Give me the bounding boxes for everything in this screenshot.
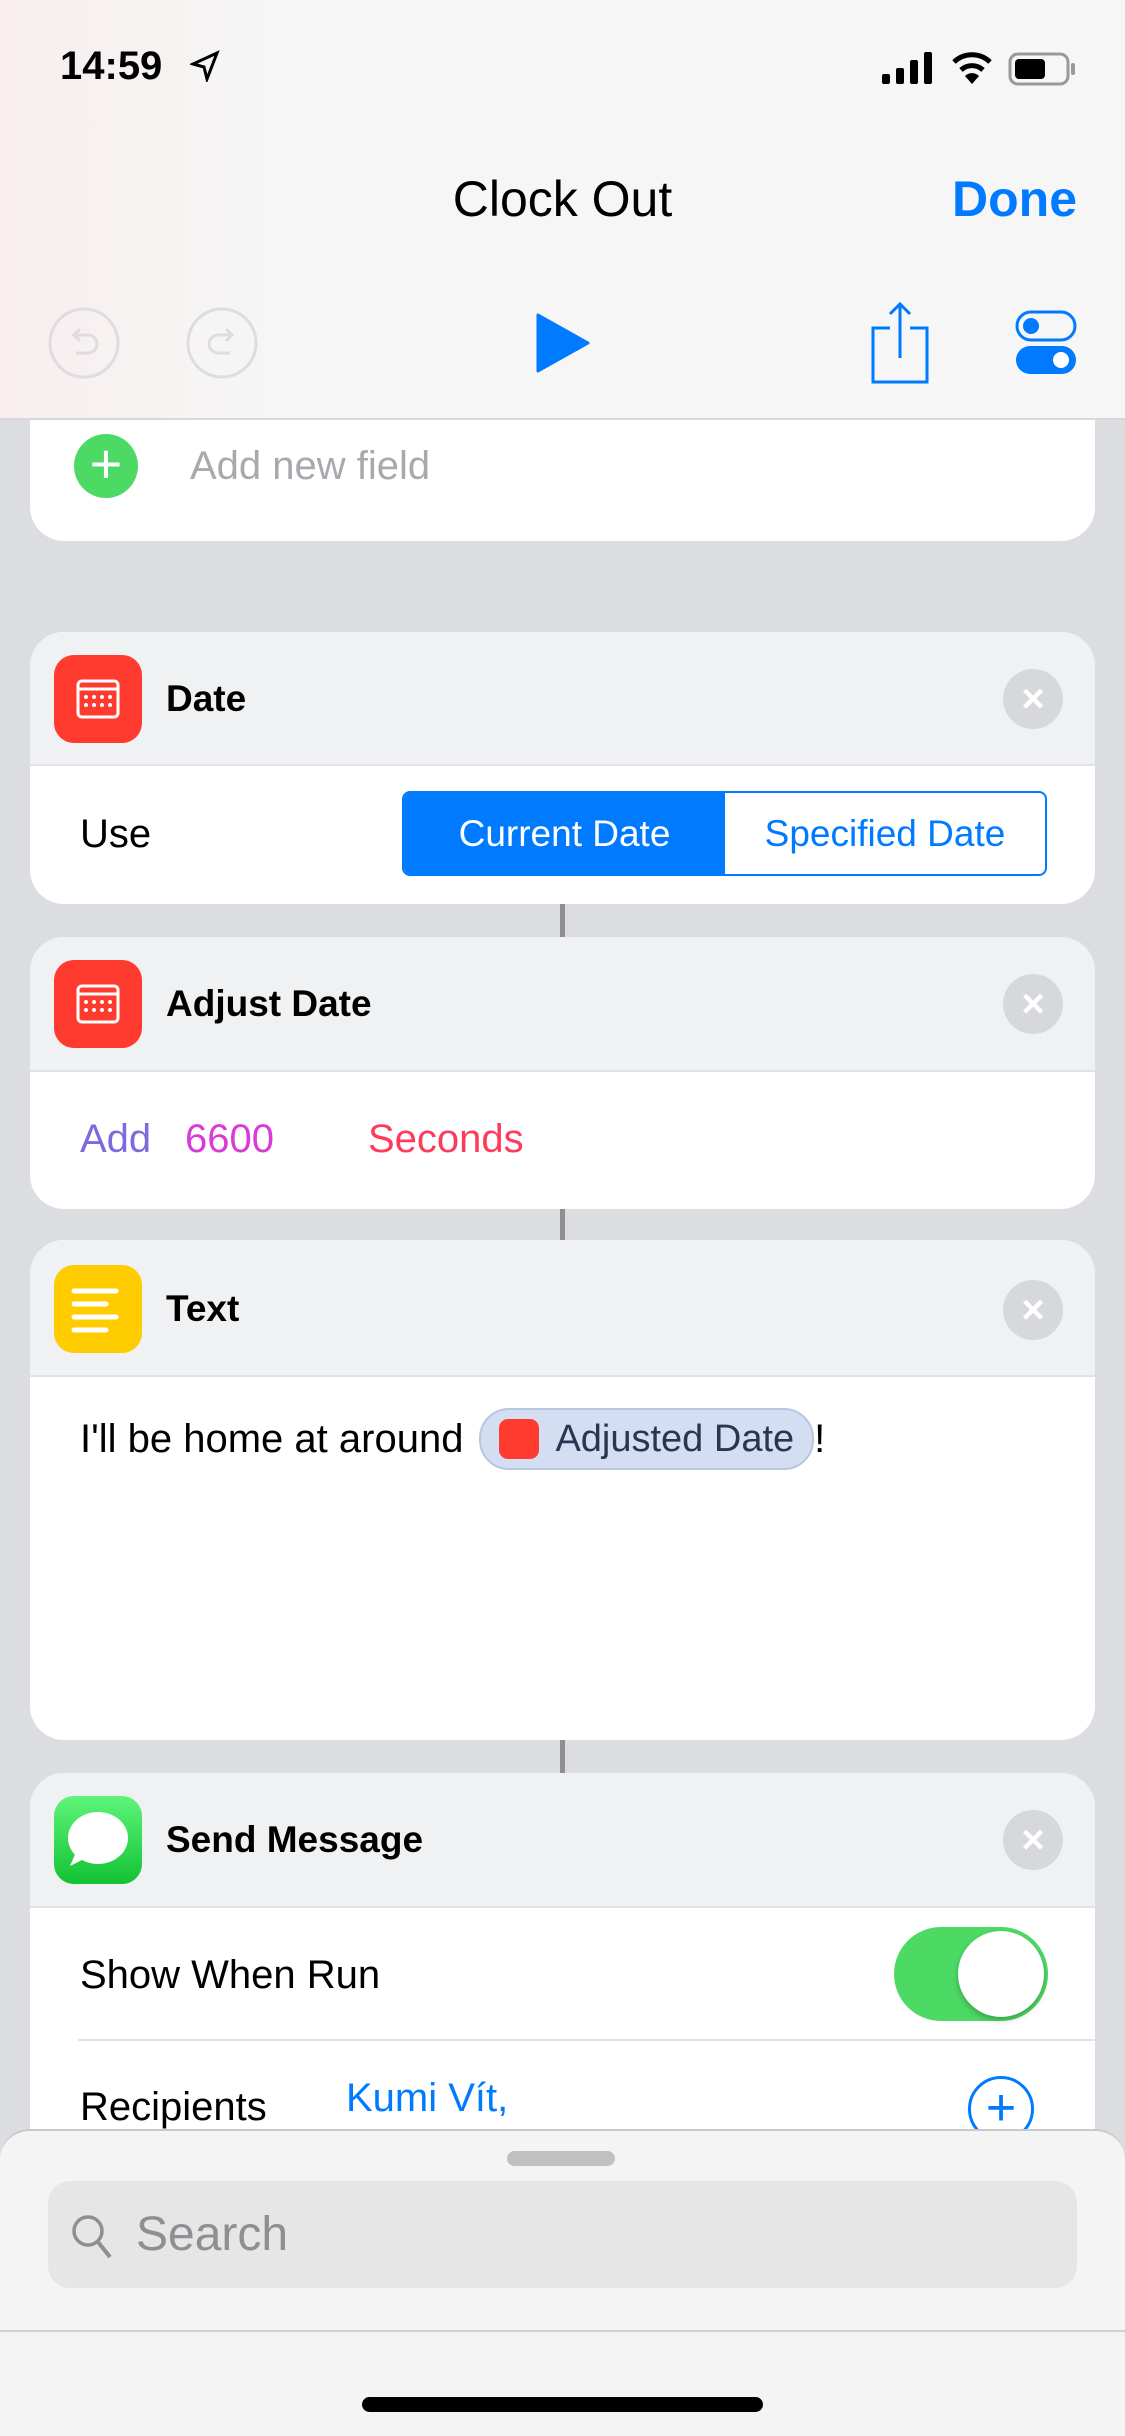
card-header: Adjust Date × <box>30 937 1095 1072</box>
action-title: Adjust Date <box>166 983 372 1024</box>
add-new-field[interactable]: Add new field <box>190 444 430 489</box>
battery-icon <box>1008 52 1075 86</box>
connector-line <box>560 1740 565 1773</box>
segment-current-date[interactable]: Current Date <box>404 793 725 874</box>
status-time: 14:59 <box>60 44 163 88</box>
action-adjust-date: Adjust Date × Add 6600 Seconds <box>30 937 1095 1209</box>
signal-icon <box>882 52 932 84</box>
search-placeholder: Search <box>136 2208 289 2261</box>
use-label: Use <box>80 812 152 856</box>
settings-toggle-icon[interactable] <box>1015 310 1079 376</box>
close-icon[interactable]: × <box>1003 974 1063 1034</box>
card-header: Date × <box>30 632 1095 766</box>
text-lines-icon <box>54 1265 142 1353</box>
text-field[interactable]: I'll be home at around Adjusted Date ! <box>80 1408 825 1470</box>
calendar-icon <box>54 960 142 1048</box>
header: 14:59 Clock Out Done <box>0 0 1125 420</box>
action-title: Date <box>166 678 247 719</box>
variable-label: Adjusted Date <box>555 1417 795 1460</box>
sheet-grabber[interactable] <box>507 2151 615 2166</box>
amount-field[interactable]: 6600 <box>185 1117 274 1162</box>
divider <box>78 2039 1095 2041</box>
show-when-run-label: Show When Run <box>80 1953 381 1997</box>
messages-icon <box>54 1796 142 1884</box>
date-segmented-control: Current Date Specified Date <box>402 791 1047 876</box>
text-content: I'll be home at around <box>80 1416 464 1461</box>
divider <box>0 2330 1125 2332</box>
undo-icon[interactable] <box>48 307 120 379</box>
segment-specified-date[interactable]: Specified Date <box>725 793 1045 874</box>
operation-selector[interactable]: Add <box>80 1117 151 1162</box>
unit-selector[interactable]: Seconds <box>368 1117 524 1162</box>
show-when-run-toggle[interactable] <box>894 1927 1048 2021</box>
calendar-icon <box>54 655 142 743</box>
action-title: Send Message <box>166 1819 424 1860</box>
search-icon <box>72 2215 112 2259</box>
card-header: Text × <box>30 1240 1095 1377</box>
bottom-sheet: Search <box>0 2129 1125 2436</box>
recipient-token[interactable]: Kumi Vít, <box>346 2076 508 2121</box>
card-header: Send Message × <box>30 1773 1095 1908</box>
calendar-icon <box>499 1419 540 1459</box>
home-indicator <box>362 2397 763 2412</box>
variable-token[interactable]: Adjusted Date <box>479 1408 815 1470</box>
location-arrow-icon <box>190 50 220 82</box>
action-text: Text × I'll be home at around Adjusted D… <box>30 1240 1095 1740</box>
wifi-icon <box>952 52 992 84</box>
close-icon[interactable]: × <box>1003 1810 1063 1870</box>
play-icon[interactable] <box>536 313 592 373</box>
close-icon[interactable]: × <box>1003 669 1063 729</box>
recipients-label: Recipients <box>80 2085 267 2129</box>
share-icon[interactable] <box>870 300 930 384</box>
add-field-plus-icon[interactable]: + <box>74 434 138 498</box>
done-button[interactable]: Done <box>952 170 1077 228</box>
text-suffix: ! <box>814 1416 826 1461</box>
close-icon[interactable]: × <box>1003 1280 1063 1340</box>
action-date: Date × Use Current Date Specified Date <box>30 632 1095 904</box>
action-title: Text <box>166 1288 240 1329</box>
redo-icon[interactable] <box>186 307 258 379</box>
search-input[interactable]: Search <box>48 2181 1077 2288</box>
connector-line <box>560 904 565 937</box>
connector-line <box>560 1209 565 1240</box>
